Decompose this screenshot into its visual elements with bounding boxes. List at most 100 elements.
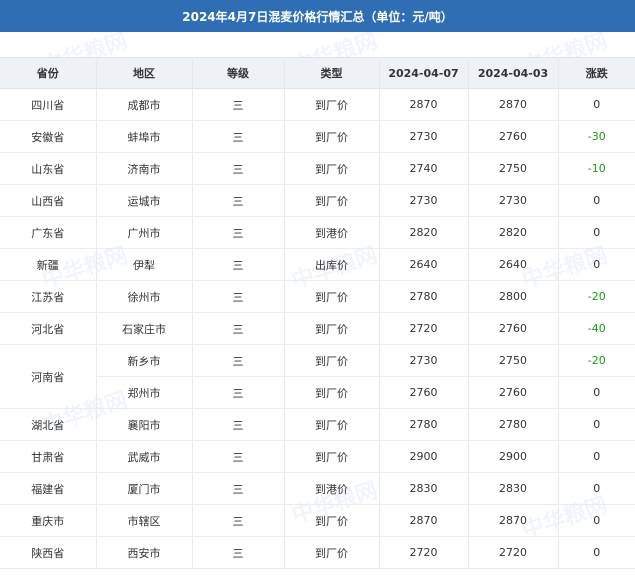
cell-city: 蚌埠市 <box>96 120 193 153</box>
cell-grade: 三 <box>192 184 285 217</box>
table-row: 陕西省 西安市三到厂价 2720 2720 0 <box>0 536 635 569</box>
cell-grade: 三 <box>192 344 285 377</box>
cell-change: 0 <box>558 536 635 569</box>
cell-province: 新疆 <box>0 248 97 281</box>
cell-change: 0 <box>558 408 635 441</box>
cell-province: 河北省 <box>0 312 97 345</box>
cell-grade: 三 <box>192 248 285 281</box>
cell-city: 厦门市 <box>96 472 193 505</box>
cell-city: 西安市 <box>96 536 193 569</box>
cell-city: 伊犁 <box>96 248 193 281</box>
cell-province: 山西省 <box>0 184 97 217</box>
cell-province: 河南省 <box>0 344 97 409</box>
cell-p2: 2830 <box>468 472 559 505</box>
cell-grade: 三 <box>192 376 285 409</box>
cell-p2: 2730 <box>468 184 559 217</box>
cell-p1: 2780 <box>379 280 469 313</box>
cell-grade: 三 <box>192 152 285 185</box>
cell-type: 到厂价 <box>284 184 380 217</box>
cell-grade: 三 <box>192 312 285 345</box>
header-grade: 等级 <box>192 57 285 89</box>
cell-type: 出库价 <box>284 248 380 281</box>
cell-p2: 2900 <box>468 440 559 473</box>
cell-type: 到厂价 <box>284 504 380 537</box>
cell-grade: 三 <box>192 216 285 249</box>
cell-type: 到港价 <box>284 216 380 249</box>
cell-p1: 2780 <box>379 408 469 441</box>
cell-p2: 2800 <box>468 280 559 313</box>
cell-type: 到厂价 <box>284 344 380 377</box>
cell-city: 襄阳市 <box>96 408 193 441</box>
cell-type: 到厂价 <box>284 88 380 121</box>
cell-change: -20 <box>558 280 635 313</box>
table-row: 四川省 成都市三到厂价 2870 2870 0 <box>0 88 635 121</box>
cell-change: 0 <box>558 184 635 217</box>
table-row: 河南省 新乡市三到厂价 2730 2750 -20 <box>0 344 635 409</box>
cell-grade: 三 <box>192 440 285 473</box>
spacer <box>0 32 635 57</box>
cell-city: 新乡市 <box>96 344 193 377</box>
header-change: 涨跌 <box>558 57 635 89</box>
cell-type: 到厂价 <box>284 408 380 441</box>
cell-p2: 2760 <box>468 312 559 345</box>
cell-p2: 2820 <box>468 216 559 249</box>
cell-city: 石家庄市 <box>96 312 193 345</box>
cell-province: 安徽省 <box>0 120 97 153</box>
cell-change: 0 <box>558 88 635 121</box>
cell-province: 陕西省 <box>0 536 97 569</box>
cell-grade: 三 <box>192 408 285 441</box>
cell-change: 0 <box>558 248 635 281</box>
cell-type: 到厂价 <box>284 376 380 409</box>
cell-change: 0 <box>558 504 635 537</box>
cell-province: 广东省 <box>0 216 97 249</box>
cell-grade: 三 <box>192 88 285 121</box>
cell-grade: 三 <box>192 120 285 153</box>
cell-city: 运城市 <box>96 184 193 217</box>
cell-change: -10 <box>558 152 635 185</box>
cell-p2: 2750 <box>468 152 559 185</box>
table-row: 广东省 广州市三到港价 2820 2820 0 <box>0 216 635 249</box>
cell-type: 到厂价 <box>284 312 380 345</box>
cell-city: 市辖区 <box>96 504 193 537</box>
cell-change: -20 <box>558 344 635 377</box>
cell-p2: 2720 <box>468 536 559 569</box>
cell-p1: 2740 <box>379 152 469 185</box>
table-row: 江苏省 徐州市三到厂价 2780 2800 -20 <box>0 280 635 313</box>
cell-p1: 2830 <box>379 472 469 505</box>
price-table: 省份 地区 等级 类型 2024-04-07 2024-04-03 涨跌 四川省… <box>0 57 635 569</box>
cell-city: 郑州市 <box>96 376 193 409</box>
cell-p1: 2900 <box>379 440 469 473</box>
cell-p1: 2730 <box>379 344 469 377</box>
cell-change: 0 <box>558 216 635 249</box>
cell-p1: 2720 <box>379 536 469 569</box>
header-date-2: 2024-04-03 <box>468 57 559 89</box>
cell-type: 到厂价 <box>284 536 380 569</box>
cell-province: 甘肃省 <box>0 440 97 473</box>
header-city: 地区 <box>96 57 193 89</box>
cell-p1: 2720 <box>379 312 469 345</box>
table-row: 山东省 济南市三到厂价 2740 2750 -10 <box>0 152 635 185</box>
cell-grade: 三 <box>192 536 285 569</box>
cell-province: 湖北省 <box>0 408 97 441</box>
table-row: 新疆 伊犁三出库价 2640 2640 0 <box>0 248 635 281</box>
cell-city: 广州市 <box>96 216 193 249</box>
table-body: 四川省 成都市三到厂价 2870 2870 0 安徽省 蚌埠市三到厂价 2730 2760 -30… <box>0 88 635 569</box>
cell-city: 武威市 <box>96 440 193 473</box>
table-row: 郑州市三到厂价 2760 2760 0 <box>0 376 635 409</box>
cell-province: 福建省 <box>0 472 97 505</box>
cell-city: 济南市 <box>96 152 193 185</box>
table-row: 安徽省 蚌埠市三到厂价 2730 2760 -30 <box>0 120 635 153</box>
cell-type: 到厂价 <box>284 440 380 473</box>
cell-p1: 2820 <box>379 216 469 249</box>
cell-grade: 三 <box>192 280 285 313</box>
cell-p1: 2870 <box>379 88 469 121</box>
page-title: 2024年4月7日混麦价格行情汇总（单位：元/吨） <box>0 0 635 32</box>
table-row: 甘肃省 武威市三到厂价 2900 2900 0 <box>0 440 635 473</box>
cell-p2: 2870 <box>468 88 559 121</box>
cell-grade: 三 <box>192 504 285 537</box>
cell-p1: 2730 <box>379 120 469 153</box>
table-row: 重庆市 市辖区三到厂价 2870 2870 0 <box>0 504 635 537</box>
header-type: 类型 <box>284 57 380 89</box>
cell-type: 到港价 <box>284 472 380 505</box>
cell-p2: 2780 <box>468 408 559 441</box>
